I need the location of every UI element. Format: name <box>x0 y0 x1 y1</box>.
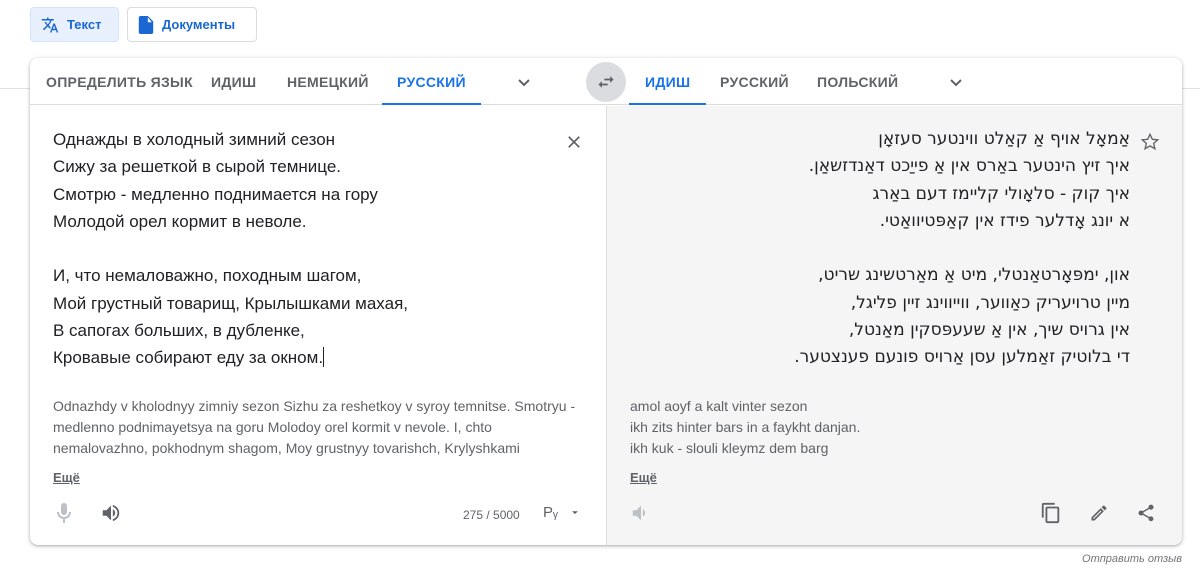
speaker-icon <box>632 505 646 521</box>
documents-mode-button[interactable]: Документы <box>127 7 257 42</box>
character-count: 275 / 5000 <box>463 508 520 522</box>
send-feedback-link[interactable]: Отправить отзыв <box>1082 553 1182 565</box>
chevron-down-icon <box>950 79 962 87</box>
source-more-link[interactable]: Ещё <box>53 470 80 485</box>
translate-icon <box>41 16 59 34</box>
speaker-icon <box>102 504 120 522</box>
swap-icon <box>598 76 614 88</box>
tab-target-russian[interactable]: РУССКИЙ <box>720 58 789 105</box>
edit-icon <box>1091 505 1107 521</box>
share-icon <box>1138 504 1154 522</box>
source-textarea[interactable]: Однажды в холодный зимний сезон Сижу за … <box>53 126 573 372</box>
document-icon <box>138 15 154 34</box>
microphone-icon <box>57 503 71 523</box>
swap-languages-button[interactable] <box>586 62 626 102</box>
language-bar: ОПРЕДЕЛИТЬ ЯЗЫК ИДИШ НЕМЕЦКИЙ РУССКИЙ ИД… <box>30 58 1182 105</box>
source-text: Однажды в холодный зимний сезон Сижу за … <box>53 130 408 368</box>
tab-source-german[interactable]: НЕМЕЦКИЙ <box>287 58 369 105</box>
tab-label: ИДИШ <box>211 73 257 90</box>
translation-card: ОПРЕДЕЛИТЬ ЯЗЫК ИДИШ НЕМЕЦКИЙ РУССКИЙ ИД… <box>30 58 1182 545</box>
source-more-languages-button[interactable] <box>512 70 536 94</box>
input-tools-button[interactable]: Рᵧ <box>543 504 582 521</box>
tab-label: РУССКИЙ <box>397 73 466 90</box>
tab-source-russian[interactable]: РУССКИЙ <box>382 58 481 105</box>
share-translation-button[interactable] <box>1134 501 1158 525</box>
copy-icon <box>1041 502 1060 524</box>
target-more-languages-button[interactable] <box>944 70 968 94</box>
copy-translation-button[interactable] <box>1039 501 1063 525</box>
target-transliteration: amol aoyf a kalt vinter sezon ikh zits h… <box>630 398 861 456</box>
clear-source-button[interactable] <box>562 130 586 154</box>
tab-target-yiddish[interactable]: ИДИШ <box>629 58 707 105</box>
keyboard-icon: Рᵧ <box>543 504 558 521</box>
source-transliteration: Odnazhdy v kholodnyy zimniy sezon Sizhu … <box>53 398 576 456</box>
text-mode-label: Текст <box>67 17 102 32</box>
tab-label: РУССКИЙ <box>720 73 789 90</box>
tab-detect-language[interactable]: ОПРЕДЕЛИТЬ ЯЗЫК <box>46 58 193 105</box>
tab-label: ОПРЕДЕЛИТЬ ЯЗЫК <box>46 73 193 90</box>
tab-label: ИДИШ <box>645 73 691 90</box>
microphone-button[interactable] <box>52 501 76 525</box>
chevron-down-icon <box>518 79 530 87</box>
save-translation-button[interactable] <box>1138 130 1162 154</box>
documents-mode-label: Документы <box>162 17 236 32</box>
tab-target-polish[interactable]: ПОЛЬСКИЙ <box>817 58 898 105</box>
target-more-link[interactable]: Ещё <box>630 470 657 485</box>
text-caret <box>323 347 325 368</box>
tab-label: ПОЛЬСКИЙ <box>817 73 899 90</box>
target-listen-button[interactable] <box>629 501 653 525</box>
tab-source-yiddish[interactable]: ИДИШ <box>211 58 256 105</box>
source-listen-button[interactable] <box>99 501 123 525</box>
translation-text: אַמאָל אויף אַ קאַלט ווינטער סעזאָן איך … <box>794 129 1130 368</box>
tab-label: НЕМЕЦКИЙ <box>287 73 369 90</box>
chevron-down-icon <box>571 510 578 514</box>
star-icon <box>1140 132 1160 151</box>
text-mode-button[interactable]: Текст <box>30 7 119 42</box>
close-icon <box>568 136 580 148</box>
edit-translation-button[interactable] <box>1087 501 1111 525</box>
